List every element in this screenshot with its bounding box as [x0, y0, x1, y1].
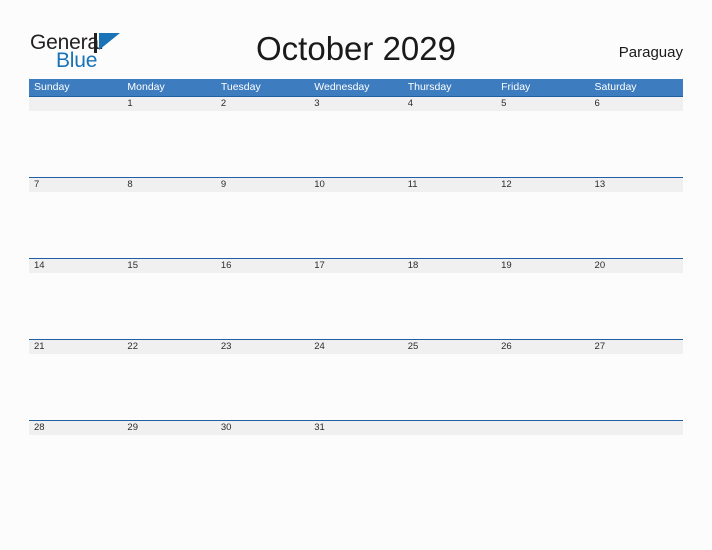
weekday-header-tuesday: Tuesday	[220, 81, 261, 93]
weekday-header-friday: Friday	[501, 81, 531, 93]
day-cell[interactable]: 7	[29, 178, 122, 192]
day-cell[interactable]: 17	[309, 259, 402, 273]
day-cell[interactable]: 2	[216, 97, 309, 111]
day-cell[interactable]: 21	[29, 340, 122, 354]
country-label: Paraguay	[618, 44, 683, 61]
day-cell[interactable]: 14	[29, 259, 122, 273]
day-cell[interactable]: 22	[122, 340, 215, 354]
week-row: 21 22 23 24 25 26 27	[29, 339, 683, 420]
day-cell[interactable]: 24	[309, 340, 402, 354]
week-row: 1 2 3 4 5 6	[29, 96, 683, 177]
day-cell[interactable]: 31	[309, 421, 402, 435]
day-cell[interactable]: 1	[122, 97, 215, 111]
day-cell[interactable]: 28	[29, 421, 122, 435]
week-row: 7 8 9 10 11 12 13	[29, 177, 683, 258]
day-cell[interactable]: 27	[590, 340, 683, 354]
day-cell[interactable]: 15	[122, 259, 215, 273]
day-cell[interactable]: 6	[590, 97, 683, 111]
page-title: October 2029	[256, 30, 456, 67]
day-cell[interactable]: 30	[216, 421, 309, 435]
day-cell[interactable]: 11	[403, 178, 496, 192]
day-cell[interactable]: 10	[309, 178, 402, 192]
week-row: 28 29 30 31	[29, 420, 683, 501]
calendar-grid: Sunday Monday Tuesday Wednesday Thursday…	[29, 79, 683, 501]
day-cell[interactable]: 19	[496, 259, 589, 273]
weekday-header-sunday: Sunday	[34, 81, 70, 93]
weekday-header-row: Sunday Monday Tuesday Wednesday Thursday…	[29, 79, 683, 96]
page-header: General Blue October 2029 Paraguay	[0, 0, 712, 78]
day-cell[interactable]: 5	[496, 97, 589, 111]
day-cell[interactable]: 29	[122, 421, 215, 435]
day-cell[interactable]: 20	[590, 259, 683, 273]
weekday-header-wednesday: Wednesday	[314, 81, 370, 93]
day-cell[interactable]	[29, 97, 122, 111]
week-row: 14 15 16 17 18 19 20	[29, 258, 683, 339]
day-cell[interactable]: 3	[309, 97, 402, 111]
weekday-header-monday: Monday	[127, 81, 165, 93]
day-cell[interactable]: 18	[403, 259, 496, 273]
weekday-header-thursday: Thursday	[407, 81, 452, 93]
day-cell[interactable]: 25	[403, 340, 496, 354]
day-cell[interactable]: 26	[496, 340, 589, 354]
day-cell[interactable]: 9	[216, 178, 309, 192]
day-cell[interactable]: 23	[216, 340, 309, 354]
day-cell[interactable]: 8	[122, 178, 215, 192]
day-cell[interactable]: 16	[216, 259, 309, 273]
day-cell[interactable]	[496, 421, 589, 435]
day-cell[interactable]: 13	[590, 178, 683, 192]
weekday-header-saturday: Saturday	[594, 81, 637, 93]
day-cell[interactable]	[590, 421, 683, 435]
day-cell[interactable]: 4	[403, 97, 496, 111]
day-cell[interactable]	[403, 421, 496, 435]
day-cell[interactable]: 12	[496, 178, 589, 192]
calendar-page: General Blue October 2029 Paraguay Sunda…	[0, 0, 712, 550]
